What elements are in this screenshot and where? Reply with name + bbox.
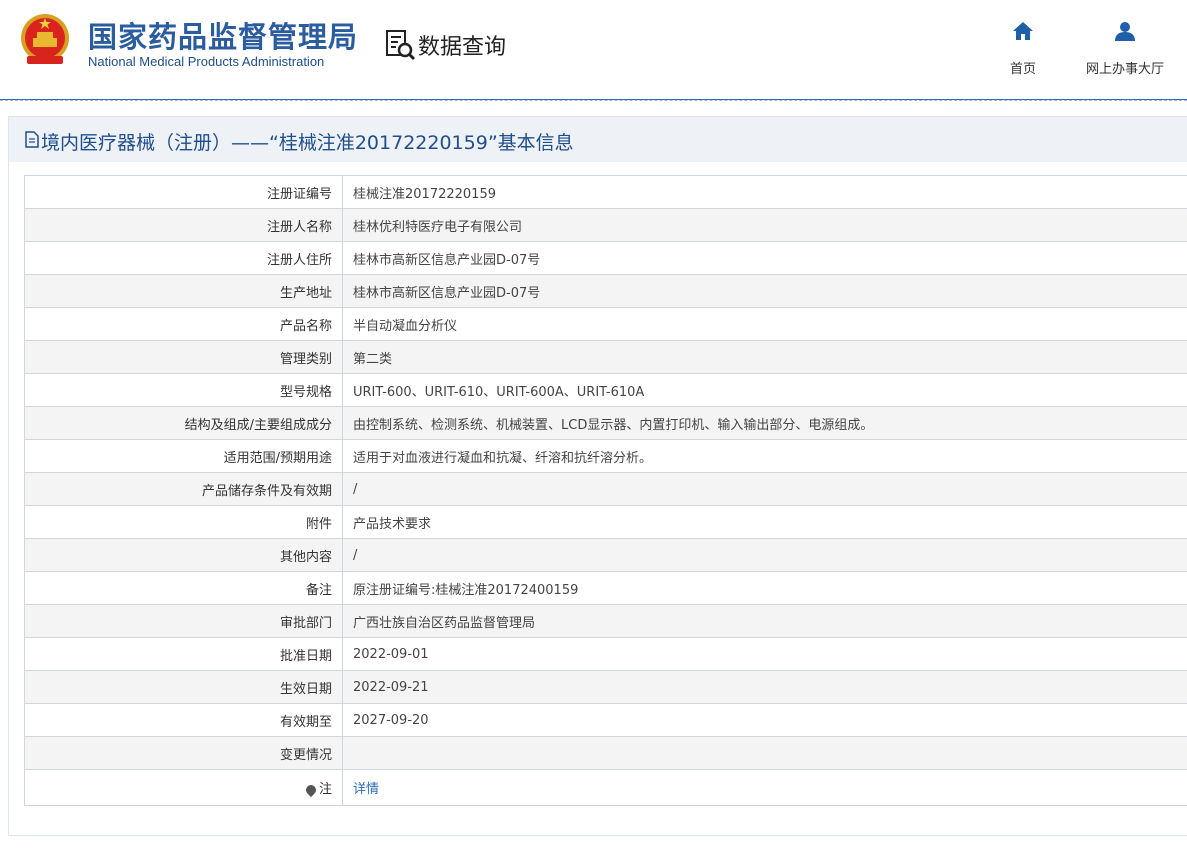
- field-label: 变更情况: [24, 736, 343, 770]
- field-label: 附件: [24, 505, 343, 539]
- pin-icon: [303, 782, 319, 797]
- table-row: 适用范围/预期用途 适用于对血液进行凝血和抗凝、纤溶和抗纤溶分析。: [24, 439, 1187, 473]
- field-value: /: [342, 472, 1187, 506]
- table-row: 产品名称 半自动凝血分析仪: [24, 307, 1187, 341]
- field-label: 批准日期: [24, 637, 343, 671]
- table-row: 产品储存条件及有效期 /: [24, 472, 1187, 506]
- field-value: 2022-09-21: [342, 670, 1187, 704]
- field-label: 产品名称: [24, 307, 343, 341]
- field-label: 适用范围/预期用途: [24, 439, 343, 473]
- field-label: 备注: [24, 571, 343, 605]
- table-row: 有效期至 2027-09-20: [24, 703, 1187, 737]
- field-value: 原注册证编号:桂械注准20172400159: [342, 571, 1187, 605]
- table-row: 管理类别 第二类: [24, 340, 1187, 374]
- field-label: 审批部门: [24, 604, 343, 638]
- field-label: 注册证编号: [24, 175, 343, 209]
- table-row: 备注 原注册证编号:桂械注准20172400159: [24, 571, 1187, 605]
- field-label: 结构及组成/主要组成成分: [24, 406, 343, 440]
- field-value: 广西壮族自治区药品监督管理局: [342, 604, 1187, 638]
- nav-online-service-hall-label: 网上办事大厅: [1085, 62, 1164, 77]
- table-row: 注册人名称 桂林优利特医疗电子有限公司: [24, 208, 1187, 242]
- table-row: 审批部门 广西壮族自治区药品监督管理局: [24, 604, 1187, 638]
- field-value: [342, 736, 1187, 770]
- table-row: 变更情况: [24, 736, 1187, 770]
- table-row: 附件 产品技术要求: [24, 505, 1187, 539]
- details-link[interactable]: 详情: [353, 782, 379, 797]
- note-value-cell: 详情: [342, 769, 1187, 806]
- table-row: 其他内容 /: [24, 538, 1187, 572]
- table-row: 注册证编号 桂械注准20172220159: [24, 175, 1187, 209]
- field-label: 有效期至: [24, 703, 343, 737]
- table-row: 批准日期 2022-09-01: [24, 637, 1187, 671]
- field-value: 2027-09-20: [342, 703, 1187, 737]
- document-icon: [25, 131, 39, 148]
- field-value: 2022-09-01: [342, 637, 1187, 671]
- home-icon: [1013, 22, 1033, 40]
- field-label: 管理类别: [24, 340, 343, 374]
- field-label: 型号规格: [24, 373, 343, 407]
- field-value: 产品技术要求: [342, 505, 1187, 539]
- nav-home[interactable]: 首页: [1003, 20, 1043, 77]
- field-value: 第二类: [342, 340, 1187, 374]
- field-label: 注册人住所: [24, 241, 343, 275]
- data-query-icon: [386, 30, 416, 61]
- field-value: 适用于对血液进行凝血和抗凝、纤溶和抗纤溶分析。: [342, 439, 1187, 473]
- note-label-cell: 注: [24, 769, 343, 806]
- field-value: 半自动凝血分析仪: [342, 307, 1187, 341]
- table-row: 生效日期 2022-09-21: [24, 670, 1187, 704]
- table-row-note: 注 详情: [24, 769, 1187, 806]
- nav-online-service-hall[interactable]: 网上办事大厅: [1080, 20, 1170, 77]
- page-title: 境内医疗器械（注册）——“桂械注准20172220159”基本信息: [41, 132, 574, 154]
- header-divider: [0, 99, 1187, 101]
- field-value: 桂械注准20172220159: [342, 175, 1187, 209]
- table-row: 结构及组成/主要组成成分 由控制系统、检测系统、机械装置、LCD显示器、内置打印机…: [24, 406, 1187, 440]
- field-label: 生产地址: [24, 274, 343, 308]
- national-emblem-icon: [21, 14, 69, 64]
- site-header: 国家药品监督管理局 National Medical Products Admi…: [0, 0, 1187, 100]
- org-name-en[interactable]: National Medical Products Administration: [88, 54, 324, 69]
- data-query-label: 数据查询: [418, 35, 507, 60]
- panel-title-bar: 境内医疗器械（注册）——“桂械注准20172220159”基本信息: [9, 117, 1187, 162]
- field-label: 注册人名称: [24, 208, 343, 242]
- field-label: 产品储存条件及有效期: [24, 472, 343, 506]
- table-row: 生产地址 桂林市高新区信息产业园D-07号: [24, 274, 1187, 308]
- field-value: 桂林市高新区信息产业园D-07号: [342, 241, 1187, 275]
- user-icon: [1115, 22, 1135, 41]
- field-value: 桂林优利特医疗电子有限公司: [342, 208, 1187, 242]
- field-label: 其他内容: [24, 538, 343, 572]
- note-label: 注: [318, 782, 332, 797]
- field-value: /: [342, 538, 1187, 572]
- table-row: 型号规格 URIT-600、URIT-610、URIT-600A、URIT-610…: [24, 373, 1187, 407]
- detail-panel: 境内医疗器械（注册）——“桂械注准20172220159”基本信息 注册证编号桂…: [8, 116, 1187, 836]
- field-label: 生效日期: [24, 670, 343, 704]
- field-value: 桂林市高新区信息产业园D-07号: [342, 274, 1187, 308]
- org-name-cn[interactable]: 国家药品监督管理局: [88, 14, 358, 56]
- field-value: 由控制系统、检测系统、机械装置、LCD显示器、内置打印机、输入输出部分、电源组成…: [342, 406, 1187, 440]
- table-row: 注册人住所 桂林市高新区信息产业园D-07号: [24, 241, 1187, 275]
- field-value: URIT-600、URIT-610、URIT-600A、URIT-610A: [342, 373, 1187, 407]
- nav-home-label: 首页: [1009, 62, 1036, 77]
- device-info-table: 注册证编号 桂械注准20172220159 注册人名称 桂林优利特医疗电子有限公司 注册…: [24, 175, 1187, 806]
